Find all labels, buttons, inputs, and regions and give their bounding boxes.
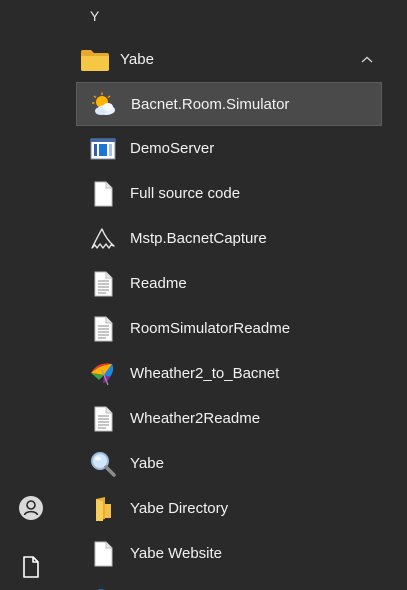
list-item-readme[interactable]: Readme [76, 262, 382, 306]
folder-group-yabe[interactable]: Yabe [62, 38, 392, 82]
list-item-bacnet-room-simulator[interactable]: Bacnet.Room.Simulator [76, 82, 382, 126]
list-item-demoserver[interactable]: DemoServer [76, 127, 382, 171]
list-item-yabe[interactable]: Yabe [76, 442, 382, 486]
folder-shortcut-icon [90, 496, 116, 522]
list-item-yabe-directory[interactable]: Yabe Directory [76, 487, 382, 531]
folder-group-label: Yabe [120, 51, 154, 68]
list-item-label: Yabe [130, 455, 164, 472]
magnifier-icon [90, 451, 116, 477]
list-item-label: Yabe Website [130, 545, 222, 562]
start-left-rail [0, 0, 62, 590]
shark-fin-icon [90, 226, 116, 252]
next-item-icon-partial [90, 582, 112, 590]
list-item-label: Bacnet.Room.Simulator [131, 96, 290, 113]
list-item-label: Wheather2_to_Bacnet [130, 365, 280, 382]
blank-file-icon [90, 541, 116, 567]
documents-button[interactable] [10, 548, 52, 590]
start-menu: Y Yabe Bacnet.Room.Simulator DemoServer … [0, 0, 407, 590]
list-item-roomsimulatorreadme[interactable]: RoomSimulatorReadme [76, 307, 382, 351]
list-item-mstp-bacnetcapture[interactable]: Mstp.BacnetCapture [76, 217, 382, 261]
weather-sun-cloud-icon [91, 92, 117, 118]
user-avatar-icon [18, 495, 44, 526]
text-document-icon [90, 271, 116, 297]
document-icon [22, 555, 40, 583]
text-document-icon [90, 316, 116, 342]
list-item-label: Wheather2Readme [130, 410, 261, 427]
list-item-label: DemoServer [130, 140, 215, 157]
list-item-label: RoomSimulatorReadme [130, 320, 291, 337]
list-item-wheather2readme[interactable]: Wheather2Readme [76, 397, 382, 441]
server-window-icon [90, 136, 116, 162]
list-item-full-source-code[interactable]: Full source code [76, 172, 382, 216]
umbrella-icon [90, 361, 116, 387]
blank-file-icon [90, 181, 116, 207]
chevron-up-icon[interactable] [360, 52, 374, 70]
app-list[interactable]: Y Yabe Bacnet.Room.Simulator DemoServer … [62, 0, 407, 590]
list-item-yabe-website[interactable]: Yabe Website [76, 532, 382, 576]
list-item-label: Full source code [130, 185, 241, 202]
user-account-button[interactable] [10, 489, 52, 531]
text-document-icon [90, 406, 116, 432]
list-item-label: Mstp.BacnetCapture [130, 230, 267, 247]
folder-icon [80, 48, 110, 77]
list-item-label: Yabe Directory [130, 500, 229, 517]
section-letter-header[interactable]: Y [90, 8, 99, 24]
list-item-label: Readme [130, 275, 187, 292]
list-item-wheather2-to-bacnet[interactable]: Wheather2_to_Bacnet [76, 352, 382, 396]
